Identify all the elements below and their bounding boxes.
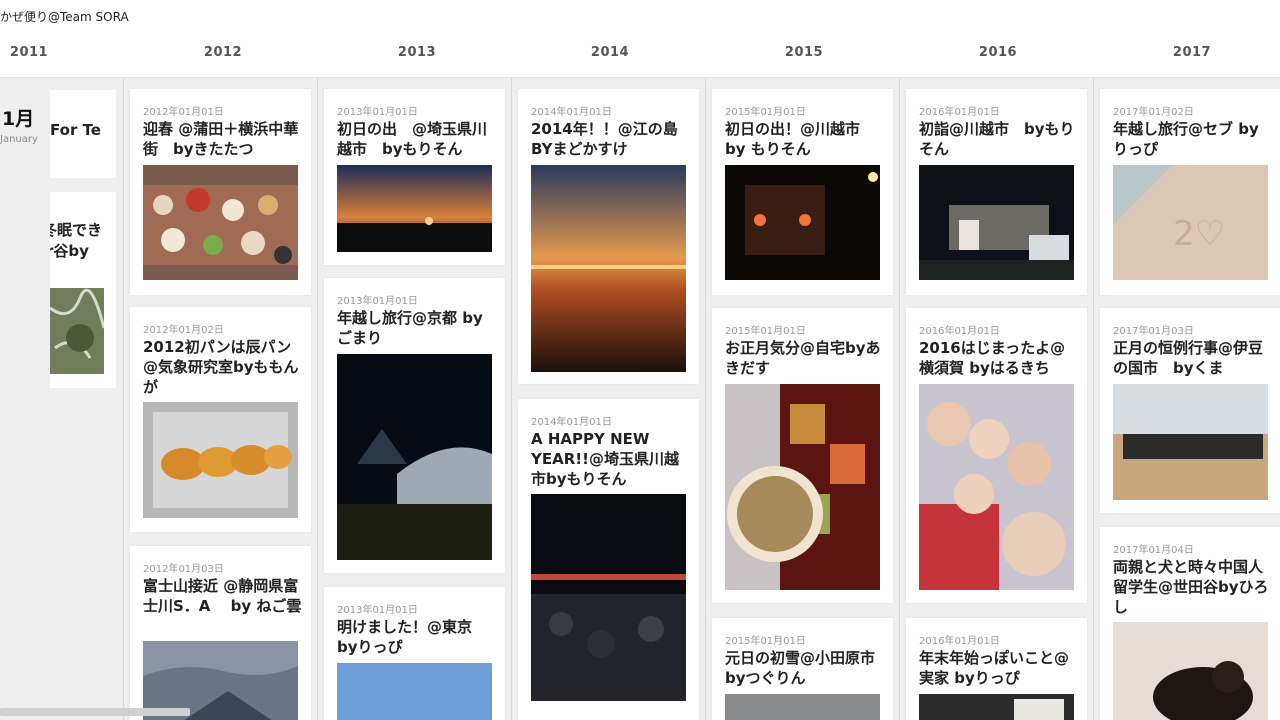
post-card[interactable]: 2012年01月01日 迎春 @蒲田＋横浜中華街 byきたたつ — [130, 89, 311, 295]
card-title: 元日の初雪@小田原市 byつぐりん — [725, 649, 891, 687]
month-marker: 1月 January — [0, 92, 50, 162]
year-tab-2016[interactable]: 2016 — [948, 45, 1048, 60]
card-title: お正月気分@自宅byあきだす — [725, 339, 881, 377]
tokyo-sky-photo — [337, 663, 492, 720]
card-title: 初詣@川越市 byもりそん — [919, 120, 1075, 158]
column-2017: 2017年01月02日 年越し旅行@セブ byりっぴ 2♡ 2017年01月03… — [1093, 78, 1280, 720]
card-date: 2017年01月04日 — [1113, 545, 1194, 556]
card-date: 2012年01月03日 — [143, 564, 224, 575]
post-card[interactable]: 2016年01月01日 年末年始っぽいこと@実家 byりっぴ — [906, 618, 1087, 720]
partial-card[interactable]: For Te — [50, 90, 116, 178]
horizontal-scrollbar[interactable] — [0, 708, 190, 716]
card-date: 2013年01月01日 — [337, 107, 418, 118]
post-card[interactable]: 2013年01月01日 初日の出 @埼玉県川越市 byもりそん — [324, 89, 505, 265]
card-title-line2: r谷by — [50, 242, 89, 260]
post-card[interactable]: 2016年01月01日 初詣@川越市 byもりそん — [906, 89, 1087, 295]
card-date: 2013年01月01日 — [337, 605, 418, 616]
kyoto-night-temple-photo — [337, 354, 492, 560]
card-title: 初日の出！@川越市 by もりそん — [725, 120, 876, 158]
shrine-crowd-photo — [531, 494, 686, 701]
post-card[interactable]: 2017年01月04日 両親と犬と時々中国人留学生@世田谷byひろし — [1100, 527, 1280, 720]
group-selfie-photo — [919, 384, 1074, 590]
card-title: A HAPPY NEW YEAR!!@埼玉県川越市byもりそん — [531, 430, 679, 488]
sunrise-photo — [337, 165, 492, 252]
year-navigation: 2011 2012 2013 2014 2015 2016 2017 — [0, 33, 1280, 78]
card-title: 冬眠でき — [50, 221, 103, 239]
post-card[interactable]: 2012年01月03日 富士山接近 @静岡県富士川S．A by ねご雲 — [130, 546, 311, 720]
card-title: 年末年始っぽいこと@実家 byりっぴ — [919, 649, 1070, 687]
card-date: 2016年01月01日 — [919, 636, 1000, 647]
card-date: 2017年01月03日 — [1113, 326, 1194, 337]
card-title: 明けました！@東京 byりっぴ — [337, 618, 473, 656]
month-label: 1月 — [2, 108, 35, 130]
card-title: 2012初パンは辰パン@気象研究室byももんが — [143, 338, 299, 396]
new-year-feast-photo — [143, 165, 298, 280]
card-date: 2016年01月01日 — [919, 326, 1000, 337]
column-2012: 2012年01月01日 迎春 @蒲田＋横浜中華街 byきたたつ 2012年01月… — [123, 78, 318, 720]
card-date: 2013年01月01日 — [337, 296, 418, 307]
card-date: 2015年01月01日 — [725, 636, 806, 647]
card-title: 正月の恒例行事@伊豆の国市 byくま — [1113, 339, 1264, 377]
column-2014: 2014年01月01日 2014年！！@江の島 BYまどかすけ 2014年01月… — [511, 78, 706, 720]
card-date: 2015年01月01日 — [725, 107, 806, 118]
year-tab-2015[interactable]: 2015 — [754, 45, 854, 60]
column-2013: 2013年01月01日 初日の出 @埼玉県川越市 byもりそん 2013年01月… — [317, 78, 512, 720]
post-card[interactable]: 2017年01月03日 正月の恒例行事@伊豆の国市 byくま — [1100, 308, 1280, 513]
post-card[interactable]: 2014年01月01日 2014年！！@江の島 BYまどかすけ — [518, 89, 699, 384]
partial-card[interactable]: 冬眠でき r谷by — [50, 192, 116, 388]
post-card[interactable]: 2016年01月01日 2016はじまったよ@横須賀 byはるきち — [906, 308, 1087, 603]
tree-photo — [50, 288, 104, 374]
site-title[interactable]: かぜ便り@Team SORA — [0, 8, 129, 25]
year-tab-2014[interactable]: 2014 — [560, 45, 660, 60]
post-card[interactable]: 2015年01月01日 元日の初雪@小田原市 byつぐりん — [712, 618, 893, 720]
card-title: 2014年！！@江の島 BYまどかすけ — [531, 120, 693, 158]
shrine-stage-photo — [919, 165, 1074, 280]
post-card[interactable]: 2013年01月01日 年越し旅行@京都 by ごまり — [324, 278, 505, 573]
card-title: For Te — [50, 121, 101, 139]
card-title: 両親と犬と時々中国人留学生@世田谷byひろし — [1113, 558, 1269, 616]
card-title: 初日の出 @埼玉県川越市 byもりそん — [337, 120, 488, 158]
year-tab-2011[interactable]: 2011 — [0, 45, 79, 60]
post-card[interactable]: 2012年01月02日 2012初パンは辰パン@気象研究室byももんが — [130, 307, 311, 532]
card-date: 2015年01月01日 — [725, 326, 806, 337]
column-2016: 2016年01月01日 初詣@川越市 byもりそん 2016年01月01日 20… — [899, 78, 1094, 720]
svg-text:2♡: 2♡ — [1173, 214, 1225, 254]
card-title: 2016はじまったよ@横須賀 byはるきち — [919, 339, 1066, 377]
card-date: 2012年01月02日 — [143, 325, 224, 336]
calligraphy-photo — [919, 694, 1074, 720]
year-tab-2012[interactable]: 2012 — [173, 45, 273, 60]
enoshima-sunrise-photo — [531, 165, 686, 372]
card-title: 年越し旅行@セブ byりっぴ — [1113, 120, 1259, 158]
dragon-bread-photo — [143, 402, 298, 518]
card-date: 2014年01月01日 — [531, 417, 612, 428]
column-2015: 2015年01月01日 初日の出！@川越市 by もりそん 2015年01月01… — [705, 78, 900, 720]
post-card[interactable]: 2015年01月01日 初日の出！@川越市 by もりそん — [712, 89, 893, 295]
card-title: 迎春 @蒲田＋横浜中華街 byきたたつ — [143, 120, 299, 158]
year-tab-2013[interactable]: 2013 — [367, 45, 467, 60]
post-card[interactable]: 2013年01月01日 明けました！@東京 byりっぴ — [324, 587, 505, 720]
year-tab-2017[interactable]: 2017 — [1142, 45, 1242, 60]
card-date: 2014年01月01日 — [531, 107, 612, 118]
post-card[interactable]: 2014年01月01日 A HAPPY NEW YEAR!!@埼玉県川越市byも… — [518, 399, 699, 720]
post-card[interactable]: 2017年01月02日 年越し旅行@セブ byりっぴ 2♡ — [1100, 89, 1280, 295]
card-title: 富士山接近 @静岡県富士川S．A by ねご雲 — [143, 577, 302, 615]
card-title: 年越し旅行@京都 by ごまり — [337, 309, 483, 347]
sand-writing-photo: 2♡ — [1113, 165, 1268, 280]
post-card[interactable]: 2015年01月01日 お正月気分@自宅byあきだす — [712, 308, 893, 603]
top-bar: かぜ便り@Team SORA — [0, 0, 1280, 34]
dog-photo — [1113, 622, 1268, 720]
gym-group-photo — [1113, 384, 1268, 500]
osechi-photo — [725, 384, 880, 590]
shrine-night-photo — [725, 165, 880, 280]
snow-photo — [725, 694, 880, 720]
card-date: 2012年01月01日 — [143, 107, 224, 118]
month-sublabel: January — [0, 134, 38, 145]
card-date: 2017年01月02日 — [1113, 107, 1194, 118]
card-date: 2016年01月01日 — [919, 107, 1000, 118]
